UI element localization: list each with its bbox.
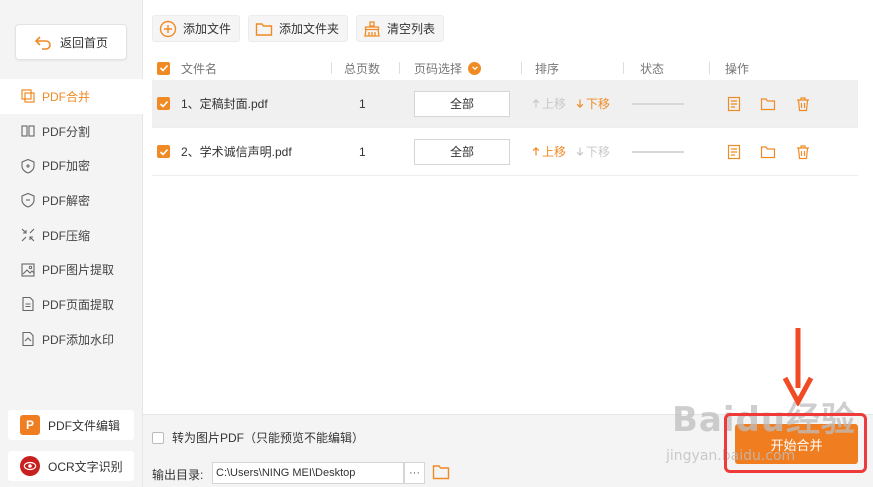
page-range-input[interactable]: 全部: [414, 90, 510, 117]
page-range-input[interactable]: 全部: [414, 138, 510, 165]
move-up-label: 上移: [542, 145, 567, 159]
arrow-down-icon: [576, 147, 584, 156]
output-path-field[interactable]: C:\Users\NING MEI\Desktop: [212, 462, 404, 484]
view-icon[interactable]: [726, 80, 742, 127]
sidebar-item-label: PDF添加水印: [42, 332, 115, 347]
sidebar-item-label: PDF压缩: [42, 228, 91, 243]
move-up-label: 上移: [542, 97, 567, 111]
status-progress: [632, 102, 684, 105]
row-checkbox[interactable]: [157, 80, 170, 127]
pdf-edit-icon: P: [20, 415, 40, 435]
move-up-button[interactable]: 上移: [532, 143, 566, 160]
move-down-button[interactable]: 下移: [576, 143, 610, 160]
browse-more-button[interactable]: ···: [404, 462, 425, 484]
delete-icon[interactable]: [795, 128, 811, 175]
sidebar-item-label: PDF解密: [42, 193, 91, 208]
sidebar-item-pdf-image-extract[interactable]: PDF图片提取: [0, 252, 143, 287]
output-dir-label: 输出目录:: [152, 468, 204, 482]
image-extract-icon: [21, 263, 35, 277]
add-folder-label: 添加文件夹: [279, 22, 340, 36]
pdf-edit-label: PDF文件编辑: [48, 418, 121, 433]
annotation-arrow-icon: [782, 328, 814, 406]
sidebar-item-label: PDF分割: [42, 124, 91, 139]
sidebar-item-label: PDF图片提取: [42, 263, 115, 278]
file-table: 文件名 总页数 页码选择 排序 状态 操作 1、定稿封面.pdf 1 全部 上移: [152, 56, 858, 176]
move-down-label: 下移: [586, 97, 611, 111]
sidebar-item-pdf-merge[interactable]: PDF合并: [0, 79, 143, 114]
header-status: 状态: [640, 61, 665, 76]
sidebar-item-label: PDF页面提取: [42, 297, 115, 312]
decrypt-icon: [21, 193, 35, 208]
move-down-button[interactable]: 下移: [576, 95, 610, 112]
move-up-button[interactable]: 上移: [532, 95, 566, 112]
row-filename: 1、定稿封面.pdf: [181, 97, 268, 111]
watermark-icon: [22, 332, 34, 347]
sidebar-item-pdf-compress[interactable]: PDF压缩: [0, 218, 143, 253]
ocr-label: OCR文字识别: [48, 459, 123, 474]
arrow-up-icon: [532, 147, 540, 156]
header-sort: 排序: [535, 61, 560, 76]
add-folder-button[interactable]: 添加文件夹: [248, 15, 349, 42]
table-row[interactable]: 2、学术诚信声明.pdf 1 全部 上移 下移: [152, 128, 858, 176]
to-image-pdf-checkbox[interactable]: [152, 431, 164, 444]
clear-list-label: 清空列表: [387, 22, 436, 36]
back-arrow-icon: [34, 36, 51, 50]
add-file-button[interactable]: 添加文件: [152, 15, 241, 42]
folder-icon: [255, 22, 273, 36]
back-home-button[interactable]: 返回首页: [15, 24, 127, 60]
arrow-up-icon: [532, 99, 540, 108]
merge-icon: [21, 89, 35, 103]
header-page-select: 页码选择: [414, 56, 482, 80]
ocr-button[interactable]: OCR文字识别: [8, 451, 134, 481]
view-icon[interactable]: [726, 128, 742, 175]
row-pages: 1: [359, 144, 366, 159]
header-actions: 操作: [725, 61, 750, 76]
encrypt-icon: [21, 158, 35, 174]
table-header: 文件名 总页数 页码选择 排序 状态 操作: [152, 56, 858, 80]
open-folder-icon[interactable]: [760, 80, 776, 127]
highlight-box: [724, 413, 867, 473]
arrow-down-icon: [576, 99, 584, 108]
sidebar-item-label: PDF加密: [42, 159, 91, 174]
row-filename: 2、学术诚信声明.pdf: [181, 145, 292, 159]
row-checkbox[interactable]: [157, 128, 170, 175]
sidebar-item-label: PDF合并: [42, 89, 91, 104]
sidebar-item-pdf-page-extract[interactable]: PDF页面提取: [0, 287, 143, 322]
header-page-select-label: 页码选择: [414, 61, 463, 76]
sidebar-item-pdf-encrypt[interactable]: PDF加密: [0, 148, 143, 183]
header-filename: 文件名: [181, 61, 218, 76]
sidebar-item-pdf-split[interactable]: PDF分割: [0, 114, 143, 149]
open-folder-icon[interactable]: [760, 128, 776, 175]
add-file-label: 添加文件: [183, 22, 232, 36]
ocr-eye-icon: [20, 456, 40, 476]
table-row[interactable]: 1、定稿封面.pdf 1 全部 上移 下移: [152, 80, 858, 128]
sidebar-nav: PDF合并 PDF分割 PDF加密 PDF解密 PDF压缩 PDF图片提取 PD…: [0, 79, 143, 357]
toolbar: 添加文件 添加文件夹 清空列表: [152, 15, 445, 42]
row-pages: 1: [359, 96, 366, 111]
add-circle-icon: [159, 20, 177, 37]
sidebar: 返回首页 PDF合并 PDF分割 PDF加密 PDF解密 PDF压缩 PDF图片…: [0, 0, 143, 487]
compress-icon: [21, 228, 35, 242]
select-all-checkbox[interactable]: [157, 56, 170, 80]
pdf-edit-button[interactable]: P PDF文件编辑: [8, 410, 134, 440]
sidebar-item-pdf-watermark[interactable]: PDF添加水印: [0, 322, 143, 357]
broom-icon: [364, 20, 380, 37]
header-pages: 总页数: [344, 61, 381, 76]
move-down-label: 下移: [586, 145, 611, 159]
page-extract-icon: [22, 297, 34, 312]
sidebar-item-pdf-decrypt[interactable]: PDF解密: [0, 183, 143, 218]
back-home-label: 返回首页: [59, 35, 108, 50]
to-image-pdf-option[interactable]: 转为图片PDF（只能预览不能编辑）: [152, 429, 364, 446]
clear-list-button[interactable]: 清空列表: [356, 15, 445, 42]
delete-icon[interactable]: [795, 80, 811, 127]
open-output-folder-icon[interactable]: [432, 464, 450, 483]
status-progress: [632, 150, 684, 153]
split-icon: [21, 125, 35, 137]
to-image-pdf-label: 转为图片PDF（只能预览不能编辑）: [172, 431, 365, 445]
page-select-dropdown-icon[interactable]: [468, 61, 482, 75]
